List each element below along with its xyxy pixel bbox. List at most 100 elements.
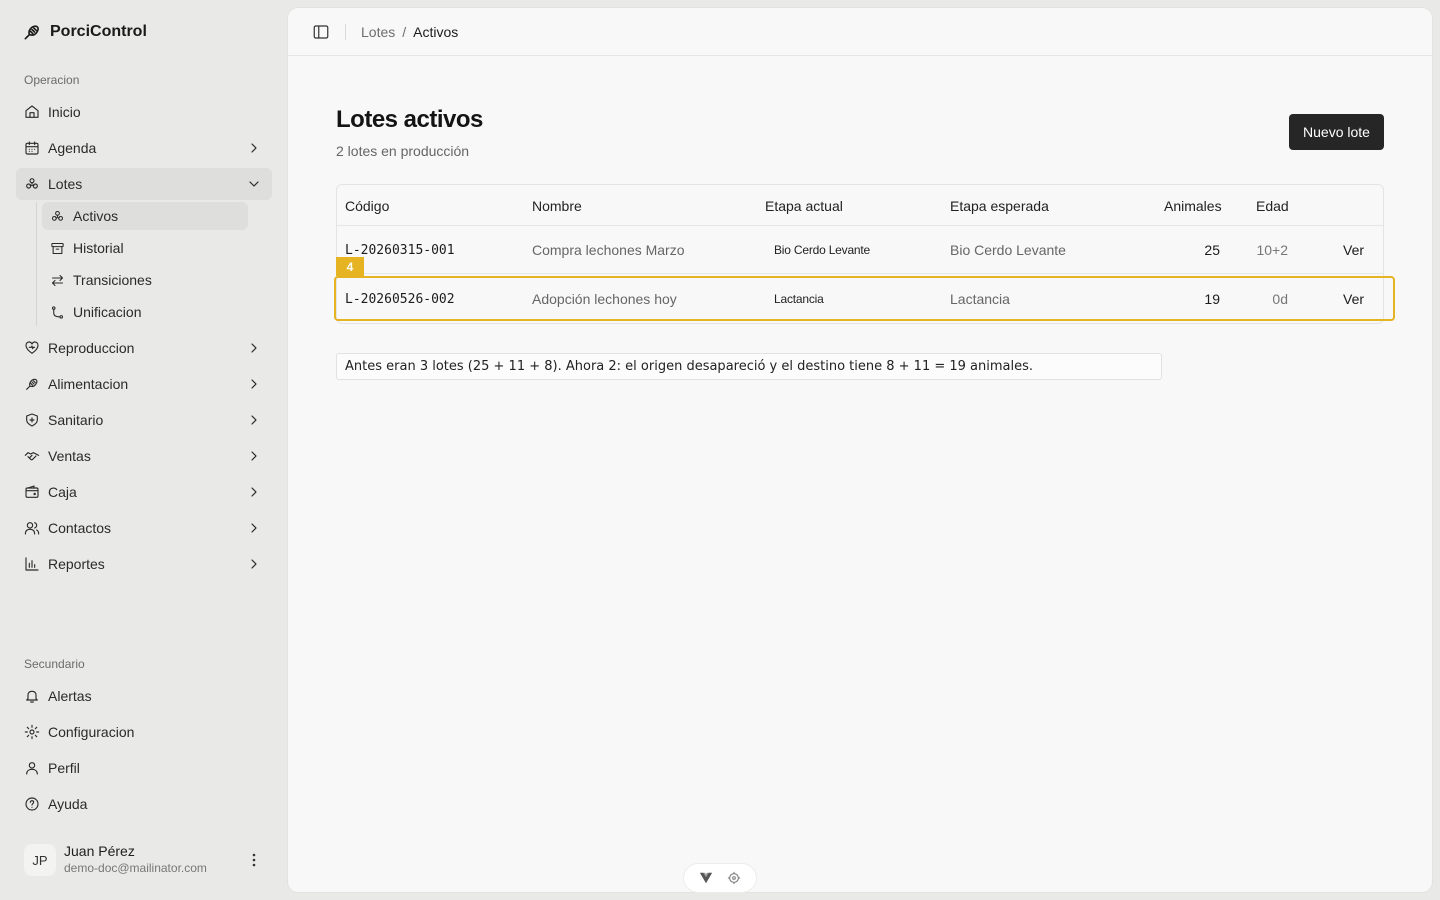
sidebar-subitem-label: Activos: [73, 208, 119, 224]
sidebar-item-ventas[interactable]: Ventas: [16, 440, 272, 472]
feed-icon: [24, 376, 40, 392]
sidebar-subitem-activos[interactable]: Activos: [42, 202, 248, 230]
sidebar-item-label: Reproduccion: [48, 340, 135, 356]
highlight-tag: 4: [336, 257, 364, 276]
handshake-icon: [24, 448, 40, 464]
gear-icon: [24, 724, 40, 740]
sidebar-item-label: Alimentacion: [48, 376, 129, 392]
breadcrumb-lotes[interactable]: Lotes: [361, 24, 395, 40]
sidebar-item-inicio[interactable]: Inicio: [16, 96, 272, 128]
breadcrumb-current: Activos: [413, 24, 459, 40]
lote-code: L-20260315-001: [345, 243, 455, 258]
sidebar-subitem-label: Transiciones: [73, 272, 152, 288]
sidebar-item-lotes[interactable]: Lotes: [16, 168, 272, 200]
sidebar-item-agenda[interactable]: Agenda: [16, 132, 272, 164]
chart-icon: [24, 556, 40, 572]
user-profile[interactable]: JP Juan Pérez demo-doc@mailinator.com: [16, 836, 272, 884]
expected-stage: Bio Cerdo Levante: [950, 242, 1066, 258]
info-note: Antes eran 3 lotes (25 + 11 + 8). Ahora …: [336, 353, 1162, 380]
help-icon: [24, 796, 40, 812]
sidebar-item-ayuda[interactable]: Ayuda: [16, 788, 272, 820]
vue-logo-icon[interactable]: [699, 871, 713, 885]
view-link[interactable]: Ver: [1343, 291, 1364, 307]
merge-icon: [49, 304, 65, 320]
chevron-right-icon: [246, 448, 262, 464]
sidebar-item-label: Caja: [48, 484, 77, 500]
archive-icon: [49, 240, 65, 256]
table-header: Código Nombre Etapa actual Etapa esperad…: [337, 185, 1383, 226]
chevron-right-icon: [246, 520, 262, 536]
wallet-icon: [24, 484, 40, 500]
submenu-guide: [36, 202, 37, 326]
chevron-right-icon: [246, 484, 262, 500]
sidebar-subitem-transiciones[interactable]: Transiciones: [42, 266, 248, 294]
table-row[interactable]: L-20260315-001 Compra lechones Marzo Bio…: [337, 226, 1383, 274]
breadcrumb-separator: /: [402, 24, 407, 40]
sidebar-subitem-unificacion[interactable]: Unificacion: [42, 298, 248, 326]
column-header: Etapa esperada: [950, 198, 1049, 214]
user-name: Juan Pérez: [64, 843, 135, 859]
table-row[interactable]: L-20260526-002 Adopción lechones hoy Lac…: [337, 275, 1383, 323]
sidebar-item-contactos[interactable]: Contactos: [16, 512, 272, 544]
animal-count: 25: [1204, 242, 1220, 258]
sidebar-item-sanitario[interactable]: Sanitario: [16, 404, 272, 436]
sidebar-item-perfil[interactable]: Perfil: [16, 752, 272, 784]
sidebar-item-label: Agenda: [48, 140, 97, 156]
new-lote-button[interactable]: Nuevo lote: [1289, 114, 1384, 150]
chevron-right-icon: [246, 412, 262, 428]
group-label-secundario: Secundario: [24, 657, 85, 671]
sidebar-item-configuracion[interactable]: Configuracion: [16, 716, 272, 748]
lote-name: Compra lechones Marzo: [532, 242, 685, 258]
sidebar-item-alimentacion[interactable]: Alimentacion: [16, 368, 272, 400]
avatar: JP: [24, 844, 56, 876]
page-title: Lotes activos: [336, 106, 483, 133]
column-header: Edad: [1256, 198, 1289, 214]
lote-age: 0d: [1272, 291, 1288, 307]
column-header: Animales: [1164, 198, 1222, 214]
user-email: demo-doc@mailinator.com: [64, 861, 207, 875]
breadcrumb: Lotes / Activos: [361, 24, 458, 40]
sidebar-subitem-historial[interactable]: Historial: [42, 234, 248, 262]
pig-logo-icon: [24, 25, 39, 40]
chevron-right-icon: [246, 140, 262, 156]
chevron-right-icon: [246, 556, 262, 572]
sidebar-item-reproduccion[interactable]: Reproduccion: [16, 332, 272, 364]
arrows-icon: [49, 272, 65, 288]
heart-icon: [24, 340, 40, 356]
sidebar-item-label: Perfil: [48, 760, 80, 776]
topbar: Lotes / Activos: [288, 8, 1432, 56]
sidebar-subitem-label: Unificacion: [73, 304, 142, 320]
lote-code: L-20260526-002: [345, 292, 455, 307]
brand[interactable]: PorciControl: [22, 20, 147, 44]
sidebar-item-reportes[interactable]: Reportes: [16, 548, 272, 580]
bell-icon: [24, 688, 40, 704]
sidebar-item-caja[interactable]: Caja: [16, 476, 272, 508]
sidebar: PorciControl Operacion Inicio Agenda Lot…: [0, 0, 280, 900]
sidebar-toggle-icon[interactable]: [312, 23, 330, 41]
sidebar-item-label: Contactos: [48, 520, 112, 536]
chevron-right-icon: [246, 376, 262, 392]
chevron-down-icon: [246, 176, 262, 192]
more-vertical-icon[interactable]: [246, 852, 262, 868]
divider: [345, 24, 346, 40]
brand-name: PorciControl: [50, 23, 147, 40]
home-icon: [24, 104, 40, 120]
stage-badge: Bio Cerdo Levante: [774, 243, 870, 257]
lote-age: 10+2: [1256, 242, 1288, 258]
shield-icon: [24, 412, 40, 428]
column-header: Código: [345, 198, 390, 214]
sidebar-item-label: Lotes: [48, 176, 83, 192]
group-label-operacion: Operacion: [24, 73, 80, 87]
sidebar-item-alertas[interactable]: Alertas: [16, 680, 272, 712]
expected-stage: Lactancia: [950, 291, 1010, 307]
calendar-icon: [24, 140, 40, 156]
chevron-right-icon: [246, 340, 262, 356]
lotes-table: Código Nombre Etapa actual Etapa esperad…: [336, 184, 1384, 324]
stage-badge: Lactancia: [774, 292, 824, 306]
target-icon[interactable]: [727, 871, 741, 885]
users-icon: [24, 520, 40, 536]
animal-count: 19: [1204, 291, 1220, 307]
column-header: Etapa actual: [765, 198, 843, 214]
view-link[interactable]: Ver: [1343, 242, 1364, 258]
sidebar-subitem-label: Historial: [73, 240, 124, 256]
